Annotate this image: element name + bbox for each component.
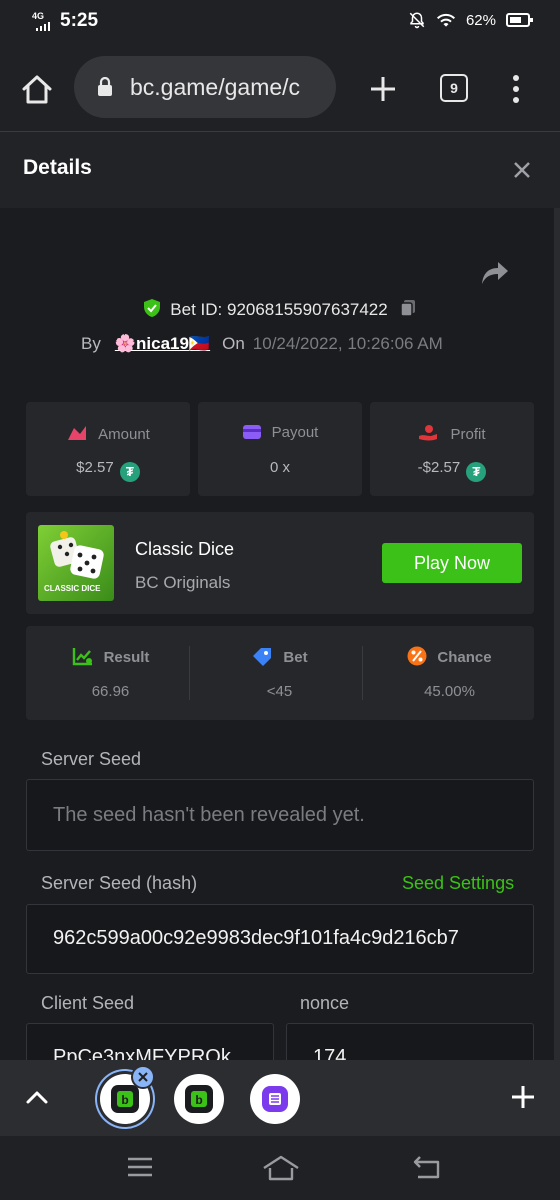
bet-details-content: Bet ID: 92068155907637422 By 🌸nica19🇵🇭 On 1…	[0, 208, 560, 1060]
bet-id-label: Bet ID:	[170, 300, 223, 319]
bet-value: <45	[266, 683, 293, 700]
server-seed-field: The seed hasn't been revealed yet.	[26, 779, 534, 851]
nonce-label: nonce	[300, 993, 350, 1013]
network-type: 4G	[32, 11, 45, 21]
result-panel: Result 66.96 Bet <45 Chance 45.00%	[26, 626, 534, 720]
payout-label: Payout	[271, 424, 319, 441]
payout-card: Payout 0 x	[198, 402, 362, 496]
close-icon[interactable]	[510, 158, 534, 182]
amount-icon	[68, 426, 87, 440]
tether-icon: ₮	[466, 462, 487, 482]
percent-icon	[407, 646, 427, 666]
bet-column: Bet <45	[195, 626, 364, 720]
chance-column: Chance 45.00%	[365, 626, 534, 720]
thumbnail-caption: CLASSIC DICE	[44, 584, 101, 593]
wifi-icon	[436, 13, 456, 27]
bet-id-row: Bet ID: 92068155907637422	[0, 298, 560, 320]
browser-toolbar: bc.game/game/c 9	[0, 44, 560, 132]
chevron-up-icon[interactable]	[24, 1086, 50, 1108]
lock-icon	[98, 77, 112, 96]
svg-text:b: b	[195, 1093, 202, 1107]
client-seed-field[interactable]: PpCe3nxMFYPROk	[26, 1023, 274, 1060]
username-link[interactable]: 🌸nica19🇵🇭	[115, 334, 210, 353]
tab-bc-game[interactable]: b	[174, 1074, 224, 1124]
game-name: Classic Dice	[135, 539, 235, 559]
address-bar[interactable]: bc.game/game/c	[74, 56, 336, 118]
list-app-icon	[262, 1086, 288, 1112]
payout-icon	[242, 425, 261, 439]
svg-text:b: b	[121, 1093, 128, 1107]
profit-icon	[419, 425, 438, 441]
amount-value: $2.57	[76, 459, 114, 476]
tab-list-app[interactable]	[250, 1074, 300, 1124]
bc-game-icon: b	[111, 1085, 139, 1113]
game-provider: BC Originals	[135, 573, 231, 592]
details-title: Details	[23, 156, 92, 179]
amount-label: Amount	[98, 426, 150, 443]
copy-icon[interactable]	[398, 298, 418, 318]
scrollbar[interactable]	[554, 208, 560, 1060]
profit-card: Profit -$2.57 ₮	[370, 402, 534, 496]
server-hash-value: 962c599a00c92e9983dec9f101fa4c9d216cb7	[53, 927, 459, 949]
tab-switcher-button[interactable]: 9	[440, 74, 468, 102]
classic-dice-thumbnail[interactable]: CLASSIC DICE	[38, 525, 114, 601]
game-card: CLASSIC DICE Classic Dice BC Originals P…	[26, 512, 534, 614]
more-menu-icon[interactable]	[508, 72, 524, 106]
amount-card: Amount $2.57 ₮	[26, 402, 190, 496]
nonce-value: 174	[313, 1046, 347, 1060]
client-seed-value: PpCe3nxMFYPROk	[53, 1046, 231, 1060]
tab-strip: b b	[0, 1060, 560, 1136]
server-hash-label: Server Seed (hash)	[41, 873, 198, 893]
add-tab-icon[interactable]	[510, 1084, 536, 1110]
nonce-field[interactable]: 174	[286, 1023, 534, 1060]
profit-value: -$2.57	[417, 459, 461, 476]
bet-author-row: By 🌸nica19🇵🇭 On 10/24/2022, 10:26:06 AM	[81, 334, 443, 354]
mute-bell-icon	[409, 12, 425, 29]
bet-label: Bet	[283, 649, 308, 666]
url-text: bc.game/game/c	[130, 74, 301, 100]
battery-percent: 62%	[465, 11, 496, 29]
network-signal-icon: 4G	[32, 10, 52, 32]
bet-datetime: 10/24/2022, 10:26:06 AM	[252, 334, 443, 353]
result-label: Result	[103, 649, 150, 666]
client-seed-label: Client Seed	[41, 993, 135, 1013]
system-navigation-bar	[0, 1136, 560, 1200]
result-value: 66.96	[91, 683, 130, 700]
chance-label: Chance	[437, 649, 492, 666]
result-column: Result 66.96	[26, 626, 195, 720]
bc-game-icon: b	[185, 1085, 213, 1113]
home-icon[interactable]	[20, 72, 54, 106]
payout-value: 0 x	[269, 459, 290, 476]
new-tab-icon[interactable]	[366, 72, 400, 106]
bet-tag-icon	[253, 648, 272, 666]
server-seed-label: Server Seed	[41, 749, 142, 769]
divider	[362, 646, 363, 700]
play-now-button[interactable]: Play Now	[382, 543, 522, 583]
battery-icon	[506, 13, 533, 27]
tether-icon: ₮	[119, 462, 140, 482]
details-header: Details	[0, 132, 560, 208]
status-bar: 4G 5:25 62%	[0, 0, 560, 44]
divider	[189, 646, 190, 700]
chance-value: 45.00%	[424, 683, 475, 700]
on-label: On	[222, 334, 245, 353]
share-icon[interactable]	[480, 260, 510, 286]
verified-shield-icon	[144, 299, 161, 317]
server-hash-field[interactable]: 962c599a00c92e9983dec9f101fa4c9d216cb7	[26, 904, 534, 974]
bet-id: 92068155907637422	[226, 300, 388, 319]
back-icon[interactable]	[412, 1154, 442, 1180]
seed-settings-link[interactable]: Seed Settings	[402, 873, 514, 894]
home-nav-icon[interactable]	[262, 1154, 300, 1182]
profit-label: Profit	[450, 426, 486, 443]
clock: 5:25	[60, 10, 99, 31]
recent-apps-icon[interactable]	[126, 1154, 154, 1180]
result-chart-icon	[72, 648, 92, 666]
close-tab-icon[interactable]	[131, 1065, 155, 1089]
server-seed-placeholder: The seed hasn't been revealed yet.	[53, 804, 365, 826]
by-label: By	[81, 334, 101, 353]
